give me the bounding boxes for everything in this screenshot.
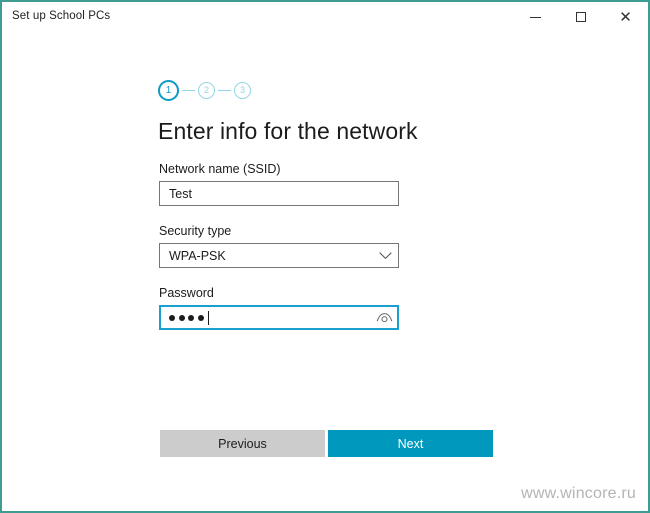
next-button-label: Next	[397, 436, 424, 451]
security-type-value: WPA-PSK	[169, 248, 226, 263]
caption-button-group: ✕	[513, 2, 648, 32]
step-indicator: 1 2 3	[158, 80, 251, 101]
wizard-content: 1 2 3 Enter info for the network Network…	[2, 32, 648, 511]
password-dot	[197, 314, 204, 321]
eye-icon[interactable]	[371, 307, 397, 328]
password-dot	[178, 314, 185, 321]
ssid-value: Test	[169, 186, 192, 201]
minimize-icon	[530, 16, 541, 18]
minimize-button[interactable]	[513, 2, 558, 32]
maximize-icon	[575, 12, 586, 22]
ssid-input[interactable]: Test	[159, 181, 399, 206]
maximize-button[interactable]	[558, 2, 603, 32]
close-button[interactable]: ✕	[603, 2, 648, 32]
watermark: www.wincore.ru	[521, 485, 636, 502]
chevron-down-icon	[372, 244, 398, 267]
app-window: Set up School PCs ✕ 1 2 3 Enter info for…	[0, 0, 650, 513]
next-button[interactable]: Next	[328, 430, 493, 457]
title-bar: Set up School PCs ✕	[2, 2, 648, 32]
password-dot	[169, 314, 175, 321]
previous-button[interactable]: Previous	[160, 430, 325, 457]
security-type-select[interactable]: WPA-PSK	[159, 243, 399, 268]
window-title: Set up School PCs	[12, 10, 111, 22]
step-3-label: 3	[239, 85, 245, 95]
close-icon: ✕	[619, 8, 632, 26]
password-label: Password	[159, 286, 214, 300]
page-title: Enter info for the network	[158, 118, 418, 144]
password-dot	[188, 314, 194, 321]
text-caret	[208, 310, 209, 325]
step-3[interactable]: 3	[234, 82, 251, 99]
step-connector-1	[182, 89, 195, 92]
step-1-label: 1	[165, 84, 172, 96]
step-1[interactable]: 1	[158, 80, 179, 101]
security-type-label: Security type	[159, 224, 232, 238]
step-2[interactable]: 2	[198, 82, 215, 99]
previous-button-label: Previous	[218, 436, 267, 451]
step-connector-2	[218, 89, 231, 92]
ssid-label: Network name (SSID)	[159, 162, 281, 176]
password-input[interactable]	[159, 305, 399, 330]
step-2-label: 2	[203, 85, 209, 95]
password-value	[161, 310, 371, 325]
